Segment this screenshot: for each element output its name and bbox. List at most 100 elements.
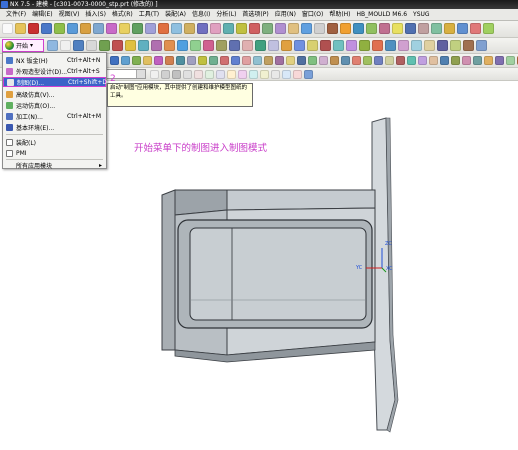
orient-icon[interactable] xyxy=(405,23,416,34)
menu-item-assemblies[interactable]: 装配(L) xyxy=(3,137,106,147)
styled-blend-icon[interactable] xyxy=(451,56,460,65)
split-icon[interactable] xyxy=(281,40,292,51)
show-icon[interactable] xyxy=(444,23,455,34)
groove-icon[interactable] xyxy=(190,40,201,51)
quadrant-point-icon[interactable] xyxy=(238,70,247,79)
unite-icon[interactable] xyxy=(197,23,208,34)
mould-icon[interactable] xyxy=(470,23,481,34)
datum-plane-icon[interactable] xyxy=(236,23,247,34)
dynamic-orient-icon[interactable] xyxy=(293,70,302,79)
roles-icon[interactable] xyxy=(450,40,461,51)
rib-icon[interactable] xyxy=(203,40,214,51)
shell-icon[interactable] xyxy=(145,23,156,34)
face-blend-icon[interactable] xyxy=(462,56,471,65)
hide-icon[interactable] xyxy=(431,23,442,34)
expression-icon[interactable] xyxy=(411,40,422,51)
through-curves-icon[interactable] xyxy=(385,56,394,65)
existing-point-icon[interactable] xyxy=(249,70,258,79)
bridge-curve-icon[interactable] xyxy=(242,56,251,65)
revolve-icon[interactable] xyxy=(93,23,104,34)
menu-preferences[interactable]: 首选项(P) xyxy=(239,9,271,20)
extrude-icon[interactable] xyxy=(80,23,91,34)
zoom-icon[interactable] xyxy=(314,23,325,34)
menu-file[interactable]: 文件(F) xyxy=(3,9,29,20)
extension-icon[interactable] xyxy=(473,56,482,65)
intersection-curve-icon[interactable] xyxy=(231,56,240,65)
match-edge-icon[interactable] xyxy=(506,56,515,65)
isoparametric-icon[interactable] xyxy=(341,56,350,65)
point-icon[interactable] xyxy=(143,56,152,65)
record-icon[interactable] xyxy=(28,23,39,34)
cube-icon[interactable] xyxy=(73,40,84,51)
menu-window[interactable]: 窗口(O) xyxy=(299,9,326,20)
intersection-point-icon[interactable] xyxy=(216,70,225,79)
pattern-icon[interactable] xyxy=(158,23,169,34)
open-folder-icon[interactable] xyxy=(15,23,26,34)
sew-icon[interactable] xyxy=(255,40,266,51)
arc-icon[interactable] xyxy=(121,56,130,65)
extract-curve-icon[interactable] xyxy=(330,56,339,65)
measure-icon[interactable] xyxy=(262,23,273,34)
offset-icon[interactable] xyxy=(229,40,240,51)
menu-hb-mould[interactable]: HB_MOULD M6.6 xyxy=(354,9,411,20)
pad-icon[interactable] xyxy=(164,40,175,51)
line-icon[interactable] xyxy=(110,56,119,65)
rectangle-icon[interactable] xyxy=(165,56,174,65)
chamfer-curve-icon[interactable] xyxy=(297,56,306,65)
display-icon[interactable] xyxy=(418,23,429,34)
section-curve-icon[interactable] xyxy=(352,56,361,65)
view-triad-icon[interactable] xyxy=(47,40,58,51)
select-icon[interactable] xyxy=(150,70,159,79)
wrap-icon[interactable] xyxy=(307,40,318,51)
datum-axis-icon[interactable] xyxy=(249,23,260,34)
menu-item-drafting[interactable]: 制图(D)... Ctrl+Shift+D xyxy=(3,77,107,87)
join-curve-icon[interactable] xyxy=(253,56,262,65)
offset-curve-icon[interactable] xyxy=(209,56,218,65)
point-on-surface-icon[interactable] xyxy=(271,70,280,79)
n-sided-icon[interactable] xyxy=(418,56,427,65)
undo-icon[interactable] xyxy=(54,23,65,34)
menu-information[interactable]: 信息(I) xyxy=(189,9,213,20)
menu-view[interactable]: 视图(V) xyxy=(56,9,83,20)
scale-icon[interactable] xyxy=(294,40,305,51)
trim-curve-icon[interactable] xyxy=(264,56,273,65)
part-navigator-icon[interactable] xyxy=(424,40,435,51)
studio-surface-icon[interactable] xyxy=(429,56,438,65)
render-icon[interactable] xyxy=(288,23,299,34)
circle-icon[interactable] xyxy=(132,56,141,65)
shaded-icon[interactable] xyxy=(353,23,364,34)
menu-assemblies[interactable]: 装配(A) xyxy=(162,9,189,20)
sphere-icon[interactable] xyxy=(125,40,136,51)
delete-face-icon[interactable] xyxy=(359,40,370,51)
menu-application[interactable]: 应用(N) xyxy=(272,9,299,20)
history-icon[interactable] xyxy=(463,40,474,51)
highlight-icon[interactable] xyxy=(392,23,403,34)
sketch-icon[interactable] xyxy=(67,23,78,34)
save-icon[interactable] xyxy=(41,23,52,34)
menu-item-shape-studio[interactable]: 外观造型设计(D)... Ctrl+Alt+S xyxy=(3,66,106,76)
pan-icon[interactable] xyxy=(340,23,351,34)
snap-icon[interactable] xyxy=(172,70,181,79)
ellipse-icon[interactable] xyxy=(187,56,196,65)
deselect-icon[interactable] xyxy=(161,70,170,79)
fillet-curve-icon[interactable] xyxy=(286,56,295,65)
end-point-icon[interactable] xyxy=(183,70,192,79)
menu-edit[interactable]: 编辑(E) xyxy=(29,9,55,20)
arc-center-icon[interactable] xyxy=(227,70,236,79)
subtract-icon[interactable] xyxy=(210,23,221,34)
cone-icon[interactable] xyxy=(112,40,123,51)
feature-table-icon[interactable] xyxy=(398,40,409,51)
text-icon[interactable] xyxy=(198,56,207,65)
menu-item-all-applications[interactable]: 所有应用模块 ▸ xyxy=(3,160,106,170)
i-form-icon[interactable] xyxy=(495,56,504,65)
thicken-icon[interactable] xyxy=(242,40,253,51)
styled-sweep-icon[interactable] xyxy=(440,56,449,65)
system-materials-icon[interactable] xyxy=(476,40,487,51)
divide-curve-icon[interactable] xyxy=(275,56,284,65)
spline-icon[interactable] xyxy=(154,56,163,65)
move-face-icon[interactable] xyxy=(346,40,357,51)
intersect-icon[interactable] xyxy=(223,23,234,34)
trim-icon[interactable] xyxy=(184,23,195,34)
chamfer-icon[interactable] xyxy=(119,23,130,34)
menu-format[interactable]: 格式(R) xyxy=(109,9,136,20)
